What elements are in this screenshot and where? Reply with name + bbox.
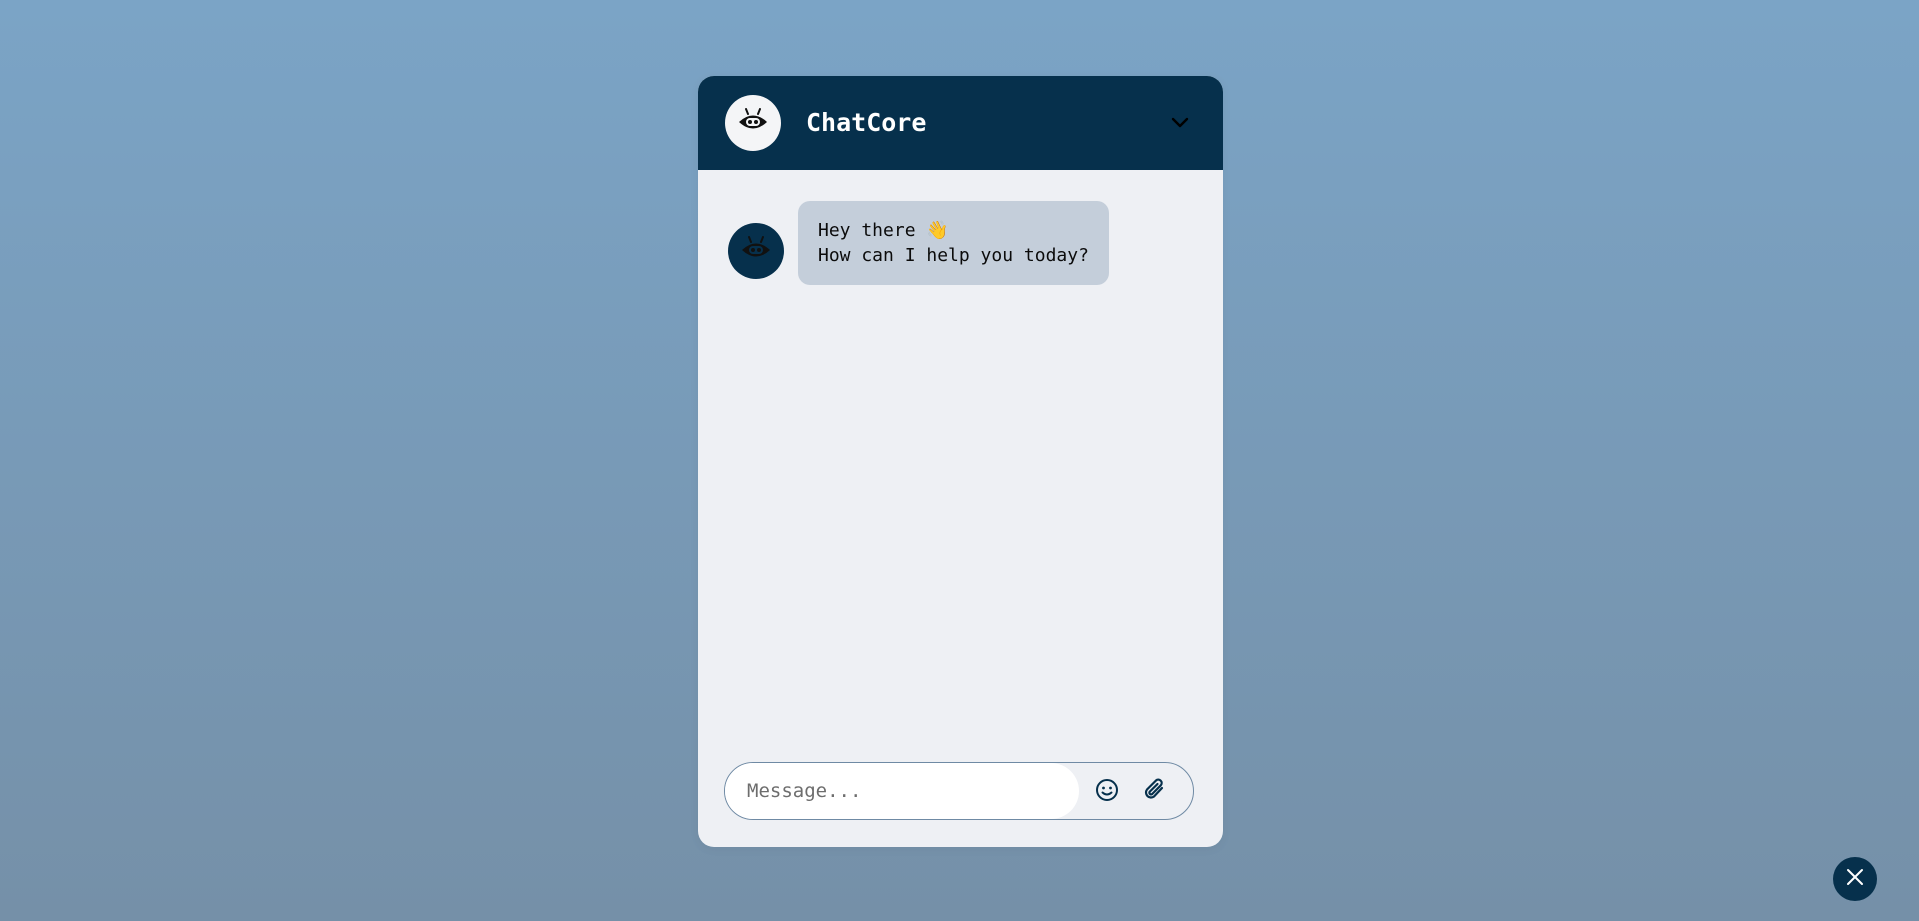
smile-icon	[1095, 778, 1119, 806]
message-input[interactable]	[725, 763, 1079, 819]
message-composer	[724, 762, 1194, 820]
chat-header: ChatCore	[698, 76, 1223, 170]
emoji-button[interactable]	[1092, 777, 1122, 807]
message-bubble: Hey there 👋 How can I help you today?	[798, 201, 1109, 285]
bot-message: Hey there 👋 How can I help you today?	[728, 201, 1109, 285]
paperclip-icon	[1143, 777, 1167, 807]
robot-icon	[740, 236, 772, 266]
chat-body: Hey there 👋 How can I help you today?	[698, 170, 1223, 847]
attach-button[interactable]	[1140, 777, 1170, 807]
chevron-down-icon	[1171, 114, 1189, 133]
chat-window: ChatCore Hey there 👋 How can I help you …	[698, 76, 1223, 847]
chat-title: ChatCore	[806, 108, 927, 137]
close-icon	[1846, 868, 1864, 890]
bot-avatar	[725, 95, 781, 151]
minimize-button[interactable]	[1167, 110, 1193, 136]
robot-icon	[737, 108, 769, 138]
close-chat-button[interactable]	[1833, 857, 1877, 901]
message-avatar	[728, 223, 784, 279]
